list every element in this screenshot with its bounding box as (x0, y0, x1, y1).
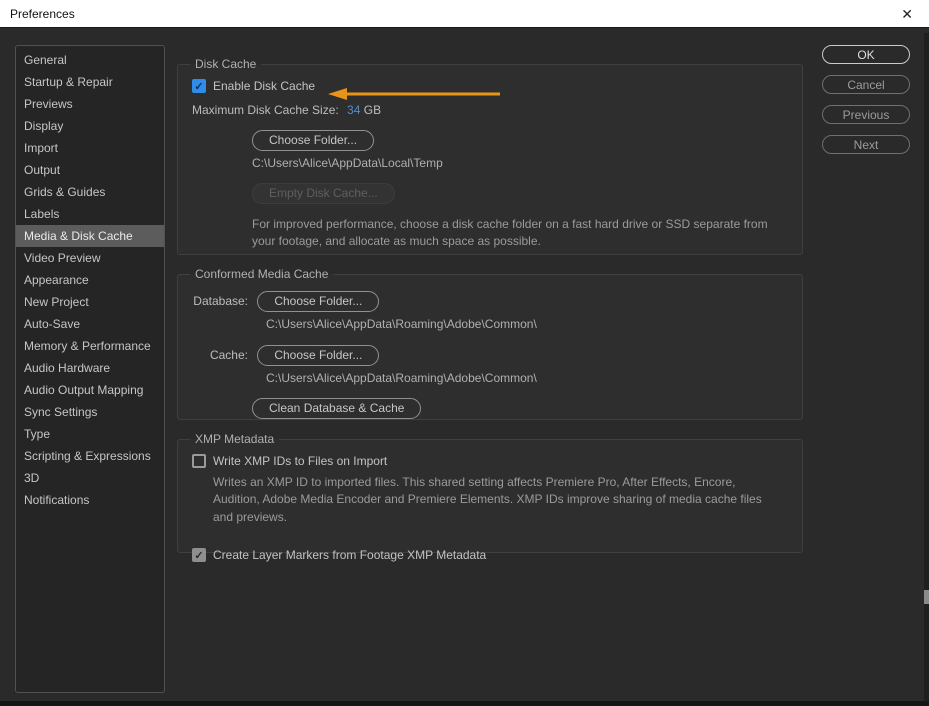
cache-path: C:\Users\Alice\AppData\Roaming\Adobe\Com… (266, 371, 788, 385)
sidebar-item-audio-output-mapping[interactable]: Audio Output Mapping (16, 379, 164, 401)
scrollbar-thumb[interactable] (924, 590, 929, 604)
disk-cache-legend: Disk Cache (190, 57, 261, 71)
sidebar-item-grids-guides[interactable]: Grids & Guides (16, 181, 164, 203)
preferences-sidebar: GeneralStartup & RepairPreviewsDisplayIm… (15, 45, 165, 693)
previous-button[interactable]: Previous (822, 105, 910, 124)
max-disk-cache-size-unit: GB (364, 103, 381, 117)
database-label: Database: (192, 294, 248, 308)
clean-database-cache-button[interactable]: Clean Database & Cache (252, 398, 421, 419)
sidebar-item-new-project[interactable]: New Project (16, 291, 164, 313)
database-choose-folder-button[interactable]: Choose Folder... (257, 291, 379, 312)
sidebar-item-import[interactable]: Import (16, 137, 164, 159)
sidebar-item-notifications[interactable]: Notifications (16, 489, 164, 511)
disk-cache-folder-path: C:\Users\Alice\AppData\Local\Temp (252, 156, 788, 170)
next-button[interactable]: Next (822, 135, 910, 154)
cache-choose-folder-button[interactable]: Choose Folder... (257, 345, 379, 366)
choose-folder-button[interactable]: Choose Folder... (252, 130, 374, 151)
cancel-button[interactable]: Cancel (822, 75, 910, 94)
sidebar-item-previews[interactable]: Previews (16, 93, 164, 115)
sidebar-item-appearance[interactable]: Appearance (16, 269, 164, 291)
ok-button[interactable]: OK (822, 45, 910, 64)
close-icon[interactable]: ✕ (897, 5, 917, 23)
annotation-arrow-icon (328, 86, 502, 102)
enable-disk-cache-checkbox[interactable]: ✓ (192, 79, 206, 93)
max-disk-cache-size-value[interactable]: 34 (347, 103, 360, 117)
empty-disk-cache-button: Empty Disk Cache... (252, 183, 395, 204)
create-layer-markers-checkbox[interactable]: ✓ (192, 548, 206, 562)
xmp-metadata-section: XMP Metadata Write XMP IDs to Files on I… (177, 432, 803, 553)
sidebar-item-auto-save[interactable]: Auto-Save (16, 313, 164, 335)
sidebar-item-3d[interactable]: 3D (16, 467, 164, 489)
max-disk-cache-size-label: Maximum Disk Cache Size: (192, 103, 339, 117)
sidebar-item-startup-repair[interactable]: Startup & Repair (16, 71, 164, 93)
sidebar-item-sync-settings[interactable]: Sync Settings (16, 401, 164, 423)
cache-label: Cache: (192, 348, 248, 362)
write-xmp-ids-checkbox[interactable] (192, 454, 206, 468)
window-bottom-edge (0, 701, 929, 706)
sidebar-item-video-preview[interactable]: Video Preview (16, 247, 164, 269)
database-path: C:\Users\Alice\AppData\Roaming\Adobe\Com… (266, 317, 788, 331)
enable-disk-cache-label: Enable Disk Cache (213, 79, 315, 93)
conformed-media-cache-legend: Conformed Media Cache (190, 267, 333, 281)
sidebar-item-memory-performance[interactable]: Memory & Performance (16, 335, 164, 357)
sidebar-item-general[interactable]: General (16, 49, 164, 71)
create-layer-markers-label: Create Layer Markers from Footage XMP Me… (213, 548, 486, 562)
disk-cache-section: Disk Cache ✓ Enable Disk Cache Maximum D… (177, 57, 803, 255)
conformed-media-cache-section: Conformed Media Cache Database: Choose F… (177, 267, 803, 420)
sidebar-item-audio-hardware[interactable]: Audio Hardware (16, 357, 164, 379)
sidebar-item-media-disk-cache[interactable]: Media & Disk Cache (16, 225, 164, 247)
write-xmp-ids-help-text: Writes an XMP ID to imported files. This… (213, 474, 778, 526)
sidebar-item-output[interactable]: Output (16, 159, 164, 181)
write-xmp-ids-label: Write XMP IDs to Files on Import (213, 454, 387, 468)
disk-cache-help-text: For improved performance, choose a disk … (252, 216, 788, 251)
sidebar-item-scripting-expressions[interactable]: Scripting & Expressions (16, 445, 164, 467)
window-title: Preferences (10, 7, 75, 21)
sidebar-item-labels[interactable]: Labels (16, 203, 164, 225)
xmp-metadata-legend: XMP Metadata (190, 432, 279, 446)
titlebar: Preferences ✕ (0, 0, 929, 28)
sidebar-item-display[interactable]: Display (16, 115, 164, 137)
sidebar-item-type[interactable]: Type (16, 423, 164, 445)
